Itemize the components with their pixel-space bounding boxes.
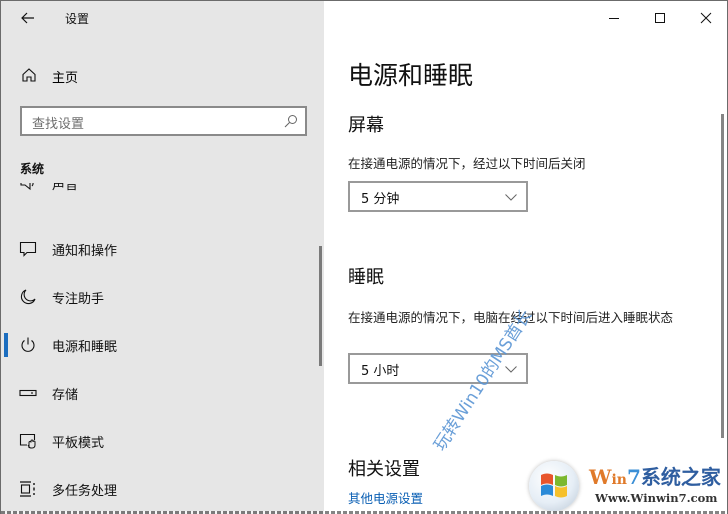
sidebar-item-focus-assist[interactable]: 专注助手 — [1, 273, 319, 321]
close-icon — [700, 12, 712, 24]
moon-icon — [20, 289, 36, 305]
selected-indicator — [4, 333, 8, 357]
multitasking-icon — [20, 481, 35, 497]
back-button[interactable] — [15, 7, 41, 29]
sidebar-item-label: 专注助手 — [52, 292, 105, 307]
search-icon[interactable] — [283, 113, 299, 129]
screen-description: 在接通电源的情况下，经过以下时间后关闭 — [348, 156, 586, 171]
home-icon — [22, 68, 36, 82]
sidebar: 设置 主页 查找设置 系统 声音 通知和操作 专注助手 电源和睡眠 存储 平板模… — [1, 1, 324, 514]
notification-icon — [19, 241, 37, 257]
sidebar-nav-list: 声音 通知和操作 专注助手 电源和睡眠 存储 平板模式 多任务处理 — [1, 183, 319, 514]
maximize-icon — [655, 13, 665, 23]
back-arrow-icon — [21, 12, 34, 24]
section-label-system: 系统 — [20, 162, 45, 176]
additional-power-settings-link[interactable]: 其他电源设置 — [348, 488, 423, 507]
dropdown-value: 5 分钟 — [361, 192, 400, 207]
storage-icon — [19, 389, 37, 397]
maximize-button[interactable] — [637, 1, 683, 35]
sidebar-item-label: 多任务处理 — [52, 484, 118, 499]
sidebar-item-label: 存储 — [52, 388, 79, 403]
page-title: 电源和睡眠 — [348, 61, 474, 90]
close-button[interactable] — [683, 1, 727, 35]
dropdown-value: 5 小时 — [361, 364, 400, 379]
chevron-down-icon — [505, 194, 517, 201]
settings-window: 设置 主页 查找设置 系统 声音 通知和操作 专注助手 电源和睡眠 存储 平板模… — [0, 0, 728, 514]
related-settings-heading: 相关设置 — [348, 459, 420, 480]
logo-brand: Win7系统之家 — [589, 461, 721, 490]
search-placeholder: 查找设置 — [32, 117, 85, 132]
sidebar-item-label: 电源和睡眠 — [52, 340, 118, 355]
sidebar-item-label: 通知和操作 — [52, 244, 118, 259]
sidebar-item-tablet-mode[interactable]: 平板模式 — [1, 417, 319, 465]
logo-brand-w: W — [589, 465, 612, 489]
sleep-heading: 睡眠 — [348, 267, 384, 288]
sidebar-item-label: 平板模式 — [52, 436, 105, 451]
sidebar-item-power-sleep[interactable]: 电源和睡眠 — [1, 321, 319, 369]
logo-url: Www.Winwin7.com — [595, 491, 718, 505]
logo-brand-7: 7 — [626, 465, 641, 489]
minimize-icon — [609, 18, 619, 19]
tablet-mode-icon — [19, 433, 36, 449]
minimize-button[interactable] — [591, 1, 637, 35]
watermark-logo: Win7系统之家 Www.Winwin7.com — [529, 459, 725, 514]
logo-brand-cn: 系统之家 — [640, 465, 721, 489]
titlebar: 设置 — [1, 1, 324, 35]
logo-brand-in: in — [611, 472, 627, 488]
chevron-down-icon — [505, 366, 517, 373]
screen-heading: 屏幕 — [348, 115, 384, 136]
app-title: 设置 — [65, 12, 90, 26]
content-pane: 电源和睡眠 屏幕 在接通电源的情况下，经过以下时间后关闭 5 分钟 睡眠 在接通… — [324, 1, 727, 514]
power-icon — [21, 337, 35, 352]
sidebar-item-label: 主页 — [52, 71, 79, 86]
screen-timeout-dropdown[interactable]: 5 分钟 — [348, 181, 528, 212]
sidebar-item-notifications[interactable]: 通知和操作 — [1, 225, 319, 273]
content-scrollbar[interactable] — [721, 114, 724, 438]
sidebar-item-home[interactable]: 主页 — [1, 61, 324, 89]
search-input[interactable]: 查找设置 — [20, 106, 307, 136]
sidebar-item-multitasking[interactable]: 多任务处理 — [1, 465, 319, 513]
sidebar-scrollbar[interactable] — [319, 246, 322, 366]
windows-flag-icon — [541, 473, 567, 498]
sidebar-item-label: 声音 — [52, 183, 79, 193]
speaker-icon — [20, 183, 34, 191]
sidebar-item-sound[interactable]: 声音 — [1, 183, 319, 207]
sidebar-item-storage[interactable]: 存储 — [1, 369, 319, 417]
